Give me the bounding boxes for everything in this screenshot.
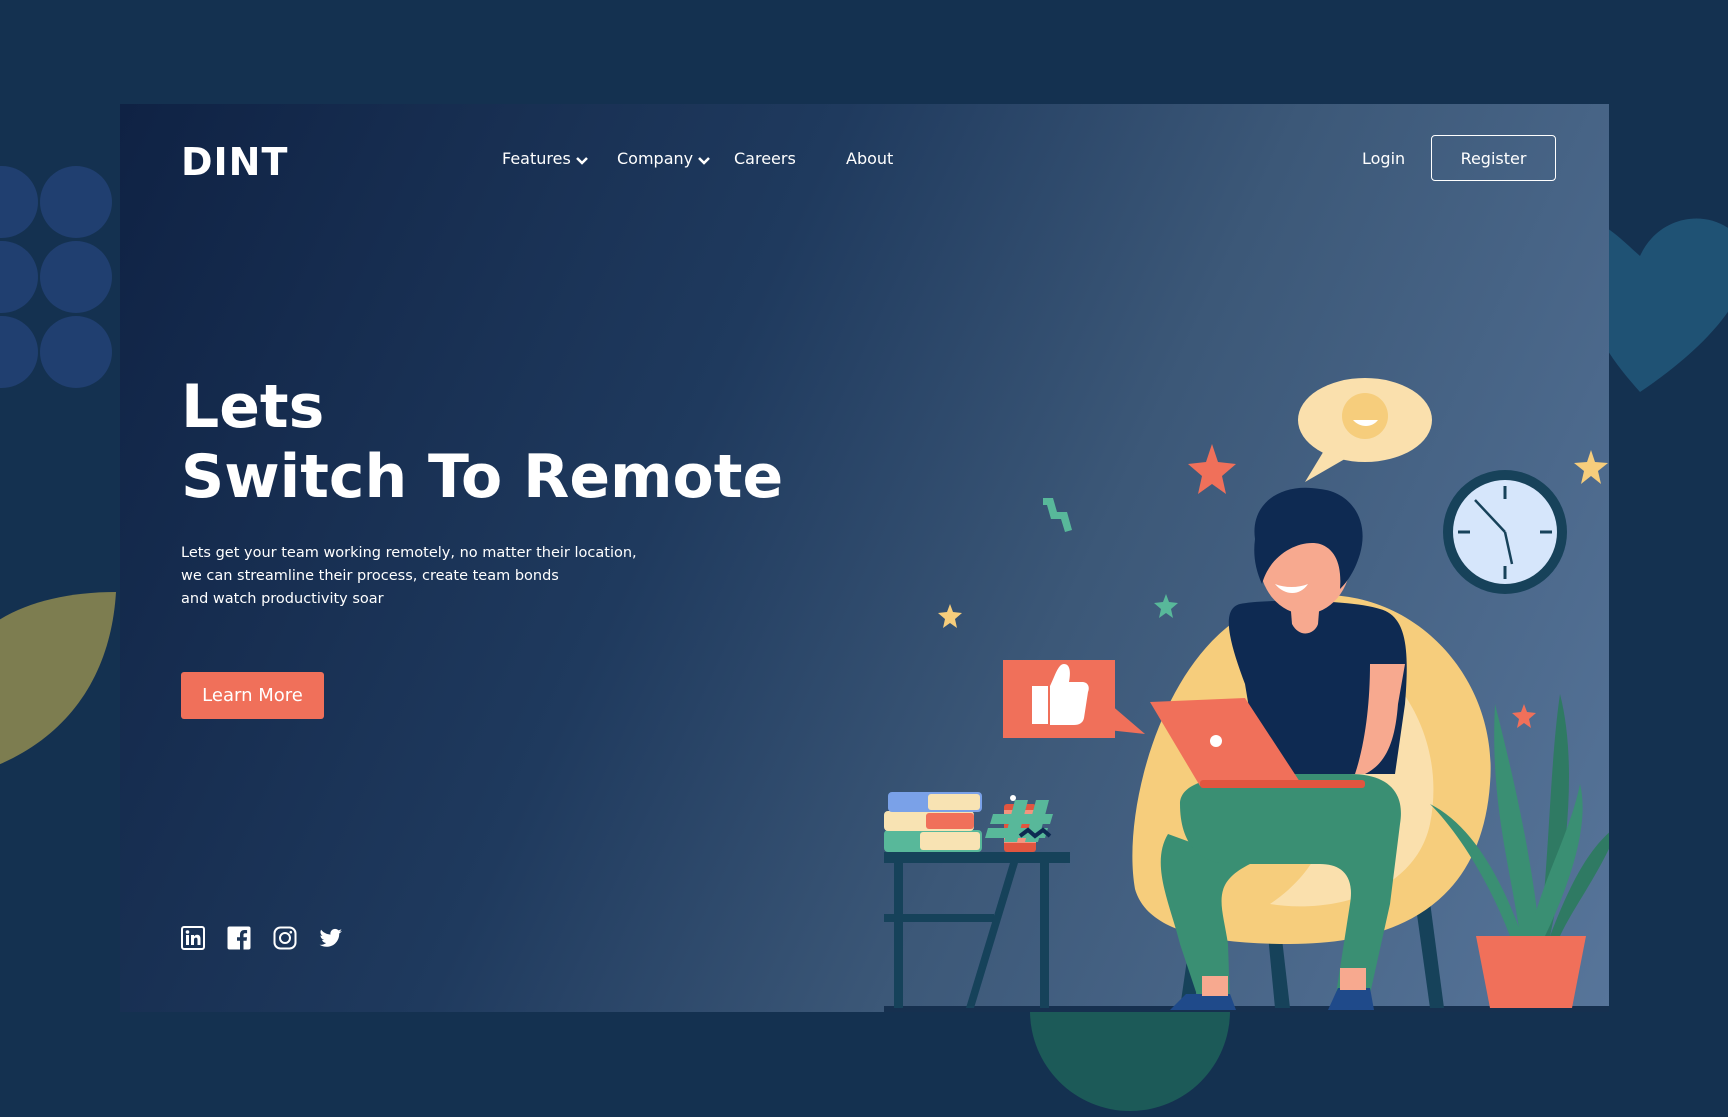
- hero-description-line-3: and watch productivity soar: [181, 591, 384, 607]
- like-card: [1003, 660, 1145, 738]
- speech-bubble: [1298, 378, 1432, 482]
- wall-clock: [1443, 470, 1567, 594]
- hero-description-line-2: we can streamline their process, create …: [181, 568, 559, 584]
- chevron-down-icon: [575, 156, 588, 165]
- page-background: DINT Features Company Careers About Logi…: [0, 0, 1728, 1117]
- hero-description-line-1: Lets get your team working remotely, no …: [181, 545, 637, 561]
- social-links: [181, 926, 343, 950]
- login-link[interactable]: Login: [1362, 149, 1405, 168]
- nav-item-about-label: About: [846, 149, 894, 168]
- nav-item-company[interactable]: Company: [617, 149, 711, 168]
- decorative-circles: [0, 166, 112, 388]
- hero-description: Lets get your team working remotely, no …: [181, 542, 701, 611]
- hero-card: DINT Features Company Careers About Logi…: [120, 104, 1609, 1012]
- learn-more-button[interactable]: Learn More: [181, 672, 324, 719]
- chevron-down-icon: [698, 156, 711, 165]
- brand-logo[interactable]: DINT: [181, 140, 288, 184]
- nav-item-company-label: Company: [617, 149, 694, 168]
- hero-title: Lets Switch To Remote: [181, 372, 783, 512]
- decorative-leaf: [0, 592, 116, 764]
- decorative-semicircle: [1030, 1011, 1230, 1111]
- nav-item-about[interactable]: About: [846, 149, 893, 168]
- hero-title-line-1: Lets: [181, 372, 325, 442]
- nav-item-features-label: Features: [502, 149, 571, 168]
- nav-item-features[interactable]: Features: [502, 149, 589, 168]
- remote-work-illustration: [884, 378, 1609, 1012]
- linkedin-icon[interactable]: [181, 926, 205, 950]
- nav-item-careers-label: Careers: [734, 149, 796, 168]
- decorative-heart: [1588, 218, 1728, 392]
- instagram-icon[interactable]: [273, 926, 297, 950]
- hero-title-line-2: Switch To Remote: [181, 442, 784, 512]
- facebook-icon[interactable]: [227, 926, 251, 950]
- twitter-icon[interactable]: [319, 926, 343, 950]
- register-button[interactable]: Register: [1431, 135, 1556, 181]
- nav-item-careers[interactable]: Careers: [734, 149, 796, 168]
- side-table: [884, 852, 1070, 1008]
- book-stack: [884, 792, 982, 852]
